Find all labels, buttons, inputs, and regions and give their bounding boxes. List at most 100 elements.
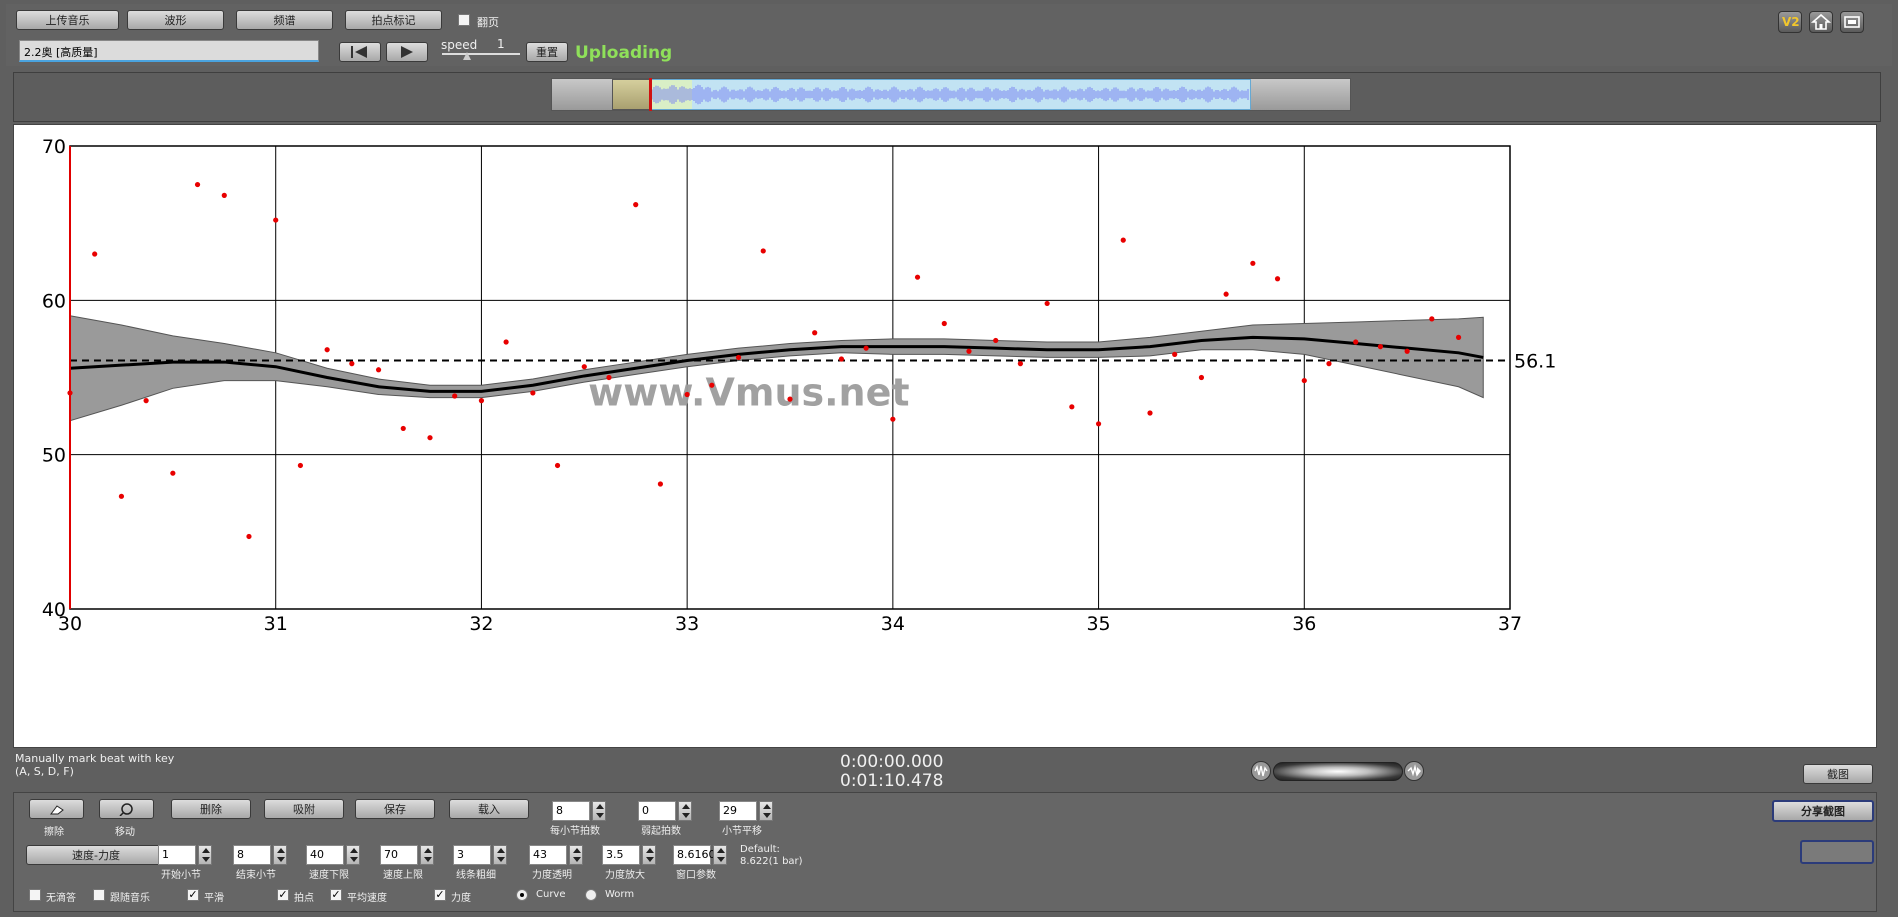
row2-5-spinner[interactable]: 43 <box>529 845 583 865</box>
beat-point <box>812 330 818 336</box>
beat-point <box>993 337 999 344</box>
row2-6-value[interactable]: 3.5 <box>602 845 640 865</box>
row2-1-spinner[interactable]: 8 <box>233 845 287 865</box>
stepper-arrows-icon[interactable] <box>198 845 212 865</box>
row1-2-value[interactable]: 29 <box>719 801 757 821</box>
beat-point <box>221 192 227 198</box>
option-checkbox[interactable]: ✓ <box>277 889 289 901</box>
beat-point <box>1455 334 1462 340</box>
stepper-arrows-icon[interactable] <box>493 845 507 865</box>
volume-right-icon[interactable] <box>1404 761 1424 781</box>
volume-slider[interactable] <box>1273 762 1403 781</box>
option-checkbox[interactable]: ✓ <box>330 889 342 901</box>
row2-0-spinner[interactable]: 1 <box>158 845 212 865</box>
row2-4-value[interactable]: 3 <box>453 845 491 865</box>
option-checkbox[interactable] <box>93 889 105 901</box>
spectrum-button[interactable]: 频谱 <box>236 10 333 30</box>
save-button[interactable]: 保存 <box>355 799 435 819</box>
file-name-field[interactable]: 2.2奥 [高质量] <box>19 40 319 62</box>
playhead-marker[interactable] <box>649 78 652 111</box>
stepper-arrows-icon[interactable] <box>678 801 692 821</box>
reset-button[interactable]: 重置 <box>526 42 568 62</box>
row2-4-spinner[interactable]: 3 <box>453 845 507 865</box>
row2-2-value[interactable]: 40 <box>306 845 344 865</box>
beat-point <box>1250 260 1256 266</box>
upload-music-button[interactable]: 上传音乐 <box>16 10 119 30</box>
beat-point <box>657 481 664 487</box>
rewind-button[interactable] <box>339 42 381 62</box>
row1-0-spinner[interactable]: 8 <box>552 801 606 821</box>
option-checkbox[interactable]: ✓ <box>434 889 446 901</box>
move-icon <box>118 803 133 816</box>
row2-7-value[interactable]: 8.6160 <box>673 845 716 865</box>
view-mode-radio[interactable] <box>516 889 528 901</box>
move-label: 移动 <box>115 827 135 838</box>
stepper-arrows-icon[interactable] <box>642 845 656 865</box>
x-tick-label: 32 <box>469 613 493 635</box>
beat-point <box>375 367 382 373</box>
view-mode-label: Curve <box>536 889 566 900</box>
row2-6-spinner[interactable]: 3.5 <box>602 845 656 865</box>
play-icon <box>401 46 413 58</box>
row2-4-label: 线条粗细 <box>456 870 496 881</box>
beat-point <box>838 356 845 362</box>
waveform-button[interactable]: 波形 <box>127 10 224 30</box>
stepper-arrows-icon[interactable] <box>592 801 606 821</box>
delete-button[interactable]: 删除 <box>171 799 251 819</box>
option-checkbox[interactable] <box>29 889 41 901</box>
row1-1-value[interactable]: 0 <box>638 801 676 821</box>
share-screenshot-button[interactable]: 分享截图 <box>1772 800 1874 822</box>
row1-1-spinner[interactable]: 0 <box>638 801 692 821</box>
beat-mark-button[interactable]: 拍点标记 <box>345 10 442 30</box>
row2-0-label: 开始小节 <box>161 870 201 881</box>
stepper-arrows-icon[interactable] <box>569 845 583 865</box>
file-name-text: 2.2奥 [高质量] <box>24 46 98 59</box>
beat-point <box>914 274 921 280</box>
play-button[interactable] <box>386 42 428 62</box>
beat-point <box>890 416 896 422</box>
stepper-arrows-icon[interactable] <box>420 845 434 865</box>
view-mode-label: Worm <box>605 889 635 900</box>
stepper-arrows-icon[interactable] <box>759 801 773 821</box>
option-checkbox[interactable]: ✓ <box>187 889 199 901</box>
option-label: 拍点 <box>294 893 314 904</box>
load-button[interactable]: 载入 <box>449 799 529 819</box>
stepper-arrows-icon[interactable] <box>346 845 360 865</box>
beat-point <box>863 345 869 351</box>
stepper-arrows-icon[interactable] <box>273 845 287 865</box>
tempo-chart[interactable]: 30 31 32 33 34 35 36 3740506070www.Vmus.net56.1 <box>13 124 1875 746</box>
overview-window-handle[interactable] <box>612 79 650 110</box>
row2-2-spinner[interactable]: 40 <box>306 845 360 865</box>
row2-0-value[interactable]: 1 <box>158 845 196 865</box>
row2-3-value[interactable]: 70 <box>380 845 418 865</box>
stepper-arrows-icon[interactable] <box>713 845 727 865</box>
row1-2-spinner[interactable]: 29 <box>719 801 773 821</box>
speed-slider-thumb[interactable] <box>463 52 471 60</box>
blank-button[interactable] <box>1800 840 1874 864</box>
move-button[interactable] <box>99 799 154 819</box>
row2-1-value[interactable]: 8 <box>233 845 271 865</box>
v2-icon[interactable]: V2 <box>1778 11 1802 33</box>
snap-button[interactable]: 吸附 <box>264 799 344 819</box>
row2-5-value[interactable]: 43 <box>529 845 567 865</box>
eraser-button[interactable] <box>29 799 84 819</box>
tempo-dynamics-button[interactable]: 速度-力度 <box>26 845 166 865</box>
y-tick-label: 50 <box>42 445 66 467</box>
volume-left-icon[interactable] <box>1251 761 1271 781</box>
beat-point <box>1044 300 1050 307</box>
screenshot-button[interactable]: 截图 <box>1803 764 1873 784</box>
row2-3-spinner[interactable]: 70 <box>380 845 434 865</box>
row1-0-value[interactable]: 8 <box>552 801 590 821</box>
view-mode-radio[interactable] <box>585 889 597 901</box>
row1-0-label: 每小节拍数 <box>550 826 600 837</box>
watermark-text: www.Vmus.net <box>588 370 909 414</box>
beat-point <box>787 396 793 402</box>
eraser-label: 擦除 <box>44 827 64 838</box>
row1-1-label: 弱起拍数 <box>641 826 681 837</box>
row2-7-spinner[interactable]: 8.6160 <box>673 845 727 865</box>
speed-slider-track[interactable] <box>442 53 520 55</box>
home-icon[interactable] <box>1809 11 1833 33</box>
flip-checkbox[interactable] <box>458 14 470 26</box>
window-glyph-icon <box>1844 16 1860 28</box>
window-icon[interactable] <box>1840 11 1864 33</box>
